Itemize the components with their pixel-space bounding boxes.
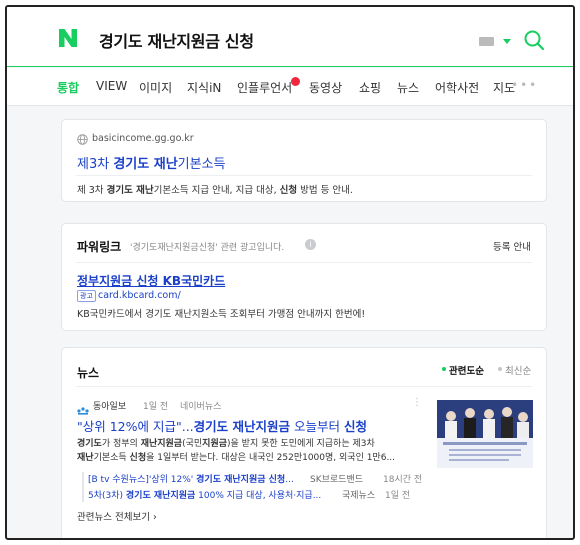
news-title-highlight: 신청: [343, 419, 367, 434]
news-body-highlight: 신청: [129, 453, 147, 463]
dropdown-arrow-icon[interactable]: [503, 39, 511, 44]
tab-integrated[interactable]: 통합: [57, 79, 79, 96]
new-badge-icon: [291, 77, 300, 86]
related-news-time: 1일 전: [385, 491, 411, 501]
site-desc-part: 제 3차: [77, 185, 107, 196]
chevron-right-icon: ›: [152, 512, 157, 523]
site-title-pre: 제3차: [77, 157, 114, 172]
search-input[interactable]: 경기도 재난지원금 신청: [99, 28, 254, 52]
related-news-source[interactable]: SK브로드밴드: [310, 472, 363, 485]
powerlink-card: 파워링크 '경기도재난지원금신청' 관련 광고입니다. i 등록 안내 정부지원…: [61, 223, 547, 331]
tab-video[interactable]: 동영상: [309, 79, 342, 96]
news-card: 뉴스 관련도순 최신순 동아일보 1일 전 네이버뉴스 ⋮ "상위 12%에 지…: [61, 347, 547, 538]
news-title-link[interactable]: "상위 12%에 지급"...경기도 재난지원금 오늘부터 신청: [77, 416, 367, 435]
all-related-news-link[interactable]: 관련뉴스 전체보기 ›: [77, 509, 157, 523]
related-news-source[interactable]: 국제뉴스: [342, 488, 375, 501]
search-icon[interactable]: [523, 29, 545, 51]
press-time: 1일 전: [143, 402, 169, 412]
register-ad-link[interactable]: 등록 안내: [493, 239, 531, 253]
ad-url[interactable]: card.kbcard.com/: [98, 290, 181, 301]
site-desc-highlight: 경기도 재난: [106, 185, 154, 196]
related-news-highlight: 경기도 재난지원금: [125, 491, 196, 501]
site-title-link[interactable]: 제3차 경기도 재난기본소득: [77, 153, 226, 172]
related-news-part: [B tv 수원뉴스]'상위 12%': [88, 475, 197, 485]
site-url[interactable]: basicincome.gg.go.kr: [92, 133, 194, 144]
related-news-part: ...: [285, 475, 294, 485]
news-body-part: 을 1일부터 받는다. 대상은 내국인 252만1000명, 외국인 1만6..…: [146, 453, 396, 463]
sort-dot-icon: [442, 367, 446, 371]
search-header: 경기도 재난지원금 신청: [7, 7, 573, 67]
more-tabs-icon[interactable]: •••: [511, 78, 538, 92]
globe-icon: [77, 134, 88, 145]
ad-title-link[interactable]: 정부지원금 신청 KB국민카드: [77, 272, 225, 289]
naver-logo-icon[interactable]: [59, 29, 77, 47]
browser-frame: 경기도 재난지원금 신청 통합 VIEW 이미지 지식iN 인플루언서 동영상 …: [5, 5, 575, 540]
tab-knowledge-in[interactable]: 지식iN: [187, 79, 221, 96]
site-title-highlight: 경기도 재난: [113, 157, 178, 172]
divider: [76, 386, 532, 387]
news-thumbnail[interactable]: [437, 400, 533, 468]
news-title-highlight: 경기도 재난지원금: [193, 419, 291, 434]
info-icon[interactable]: i: [305, 239, 316, 250]
powerlink-heading: 파워링크: [77, 240, 122, 254]
related-news-time: 18시간 전: [383, 475, 423, 485]
more-options-icon[interactable]: ⋮: [412, 397, 422, 408]
press-name[interactable]: 동아일보: [93, 399, 126, 412]
news-body-line: 재난기본소득 신청을 1일부터 받는다. 대상은 내국인 252만1000명, …: [77, 450, 395, 463]
related-news-part: 5차(3차): [88, 491, 126, 501]
news-body-part: 기본소득: [93, 453, 130, 463]
ad-badge: 광고: [77, 290, 96, 302]
divider: [76, 262, 532, 263]
sort-latest-button[interactable]: 최신순: [505, 363, 531, 377]
tab-images[interactable]: 이미지: [139, 79, 172, 96]
tab-dictionary[interactable]: 어학사전: [435, 79, 479, 96]
tab-view[interactable]: VIEW: [96, 79, 127, 93]
keyboard-icon[interactable]: [479, 37, 494, 46]
site-title-post: 기본소득: [177, 157, 226, 172]
related-news-part: 100% 지급 대상, 사용처·지급...: [195, 491, 322, 501]
tab-influencer[interactable]: 인플루언서: [237, 79, 292, 96]
related-news-link[interactable]: 5차(3차) 경기도 재난지원금 100% 지급 대상, 사용처·지급...: [88, 488, 321, 501]
search-tabs: 통합 VIEW 이미지 지식iN 인플루언서 동영상 쇼핑 뉴스 어학사전 지도…: [7, 68, 573, 106]
news-body-highlight: 지원금: [202, 439, 228, 449]
press-source[interactable]: 네이버뉴스: [180, 399, 221, 412]
news-body-line: 경기도가 정부의 재난지원금(국민지원금)을 받지 못한 도민에게 지급하는 제…: [77, 436, 375, 449]
related-news-highlight: 경기도 재난지원금 신청: [196, 475, 286, 485]
press-logo-icon: [77, 400, 89, 415]
site-desc-highlight: 신청: [279, 185, 298, 196]
divider: [76, 175, 532, 176]
news-body-part: (국민: [182, 439, 203, 449]
ad-description: KB국민카드에서 경기도 재난지원소득 조회부터 가맹점 안내까지 한번에!: [77, 309, 366, 320]
sort-relevance-button[interactable]: 관련도순: [449, 363, 484, 377]
site-desc-part: 방법 등 안내.: [297, 185, 353, 196]
site-description: 제 3차 경기도 재난기본소득 지급 안내, 지급 대상, 신청 방법 등 안내…: [77, 182, 353, 196]
powerlink-subtitle: '경기도재난지원금신청' 관련 광고입니다.: [130, 243, 285, 253]
news-body-highlight: 재난지원금: [140, 439, 183, 449]
site-result-card: basicincome.gg.go.kr 제3차 경기도 재난기본소득 제 3차…: [61, 119, 547, 202]
related-news-link[interactable]: [B tv 수원뉴스]'상위 12%' 경기도 재난지원금 신청...: [88, 472, 294, 485]
site-desc-part: 기본소득 지급 안내, 지급 대상,: [153, 185, 280, 196]
news-body-highlight: 재난: [77, 453, 94, 463]
news-title-part: "상위 12%에 지급"...: [77, 419, 194, 434]
related-news-bar: [82, 472, 84, 502]
news-body-part: 가 정부의: [101, 439, 141, 449]
tab-shopping[interactable]: 쇼핑: [359, 79, 381, 96]
all-related-news-label: 관련뉴스 전체보기: [77, 512, 150, 523]
tab-news[interactable]: 뉴스: [397, 79, 419, 96]
news-body-part: )을 받지 못한 도민에게 지급하는 제3차: [227, 439, 375, 449]
news-title-part: 오늘부터: [290, 419, 344, 434]
news-heading: 뉴스: [77, 366, 100, 380]
news-body-highlight: 경기도: [77, 439, 102, 449]
sort-dot-icon: [498, 367, 502, 371]
